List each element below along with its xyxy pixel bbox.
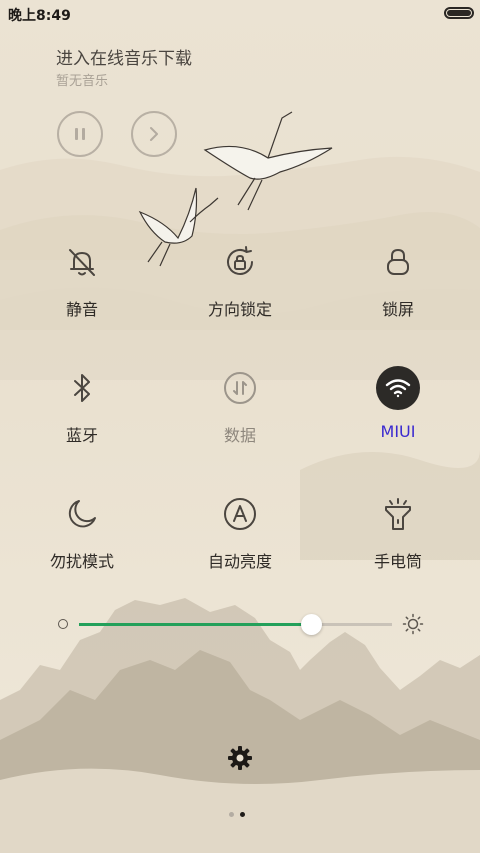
toggle-auto-brightness[interactable]: 自动亮度 bbox=[170, 492, 310, 582]
rotation-lock-icon bbox=[218, 240, 262, 284]
next-button[interactable] bbox=[131, 111, 177, 157]
moon-icon bbox=[60, 492, 104, 536]
toggle-mute[interactable]: 静音 bbox=[12, 240, 152, 330]
auto-brightness-icon bbox=[218, 492, 262, 536]
toggle-lock-screen-label: 锁屏 bbox=[381, 300, 414, 319]
wifi-icon bbox=[376, 366, 420, 410]
page-dot-current bbox=[240, 812, 245, 817]
toggle-bluetooth-label: 蓝牙 bbox=[65, 426, 98, 445]
toggle-rotation-lock[interactable]: 方向锁定 bbox=[170, 240, 310, 330]
music-subtitle: 暂无音乐 bbox=[56, 74, 109, 89]
toggle-mobile-data[interactable]: 数据 bbox=[170, 366, 310, 456]
toggle-auto-brightness-label: 自动亮度 bbox=[207, 552, 272, 571]
brightness-control bbox=[56, 610, 426, 640]
brightness-high-icon bbox=[402, 613, 424, 635]
battery-icon bbox=[444, 7, 474, 19]
brightness-slider-fill bbox=[79, 623, 311, 626]
status-time: 晚上8:49 bbox=[8, 8, 71, 24]
pause-button[interactable] bbox=[57, 111, 103, 157]
brightness-low-icon bbox=[58, 619, 68, 629]
toggle-flashlight-label: 手电筒 bbox=[373, 552, 422, 571]
bell-off-icon bbox=[60, 240, 104, 284]
toggle-lock-screen[interactable]: 锁屏 bbox=[328, 240, 468, 330]
status-bar: 晚上8:49 bbox=[0, 0, 480, 26]
toggle-rotation-lock-label: 方向锁定 bbox=[207, 300, 272, 319]
battery-level bbox=[447, 10, 471, 16]
lock-icon bbox=[376, 240, 420, 284]
gear-icon[interactable] bbox=[227, 745, 253, 771]
pause-icon bbox=[75, 128, 85, 140]
flashlight-icon bbox=[376, 492, 420, 536]
toggle-do-not-disturb[interactable]: 勿扰模式 bbox=[12, 492, 152, 582]
chevron-right-icon bbox=[150, 127, 158, 141]
page-dot bbox=[229, 812, 234, 817]
brightness-slider[interactable] bbox=[79, 614, 392, 635]
toggle-mobile-data-label: 数据 bbox=[223, 426, 256, 445]
toggle-mute-label: 静音 bbox=[65, 300, 98, 319]
toggle-flashlight[interactable]: 手电筒 bbox=[328, 492, 468, 582]
toggle-wifi[interactable]: MIUI bbox=[328, 366, 468, 456]
toggle-bluetooth[interactable]: 蓝牙 bbox=[12, 366, 152, 456]
music-title[interactable]: 进入在线音乐下载 bbox=[56, 44, 192, 69]
page-indicator bbox=[229, 812, 245, 817]
mobile-data-icon bbox=[218, 366, 262, 410]
brightness-slider-thumb[interactable] bbox=[300, 614, 322, 635]
toggle-do-not-disturb-label: 勿扰模式 bbox=[49, 552, 114, 571]
toggle-wifi-label: MIUI bbox=[380, 422, 416, 441]
bluetooth-icon bbox=[60, 366, 104, 410]
